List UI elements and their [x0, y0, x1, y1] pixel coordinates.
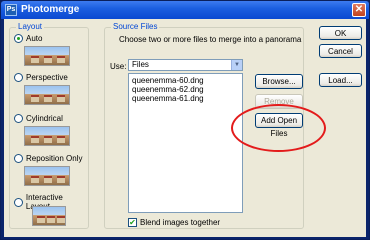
- blend-checkbox[interactable]: ✔: [128, 218, 137, 227]
- use-label: Use:: [110, 62, 127, 71]
- title-bar[interactable]: Ps Photomerge ✕: [1, 1, 369, 19]
- layout-option-label: Cylindrical: [26, 114, 63, 123]
- photoshop-icon: Ps: [5, 4, 17, 16]
- source-files-instruction: Choose two or more files to merge into a…: [119, 35, 302, 44]
- layout-group-label: Layout: [16, 22, 45, 31]
- layout-option-auto[interactable]: Auto: [14, 34, 42, 43]
- reposition-preview-image: [24, 166, 70, 186]
- annotation-highlight: [231, 104, 326, 152]
- layout-option-cylindrical[interactable]: Cylindrical: [14, 114, 63, 123]
- source-files-label: Source Files: [111, 22, 160, 31]
- file-list-item[interactable]: queenemma-61.dng: [132, 94, 239, 103]
- file-list[interactable]: queenemma-60.dng queenemma-62.dng queene…: [128, 73, 243, 213]
- layout-option-perspective[interactable]: Perspective: [14, 73, 68, 82]
- window-title: Photomerge: [21, 4, 80, 15]
- browse-button[interactable]: Browse...: [255, 74, 303, 89]
- layout-option-label: Perspective: [26, 73, 68, 82]
- radio-icon[interactable]: [14, 197, 23, 207]
- layout-option-label: Auto: [26, 34, 43, 43]
- interactive-preview-image: [32, 206, 66, 226]
- chevron-down-icon[interactable]: ▼: [231, 60, 242, 70]
- layout-option-label: Reposition Only: [26, 154, 83, 163]
- load-button[interactable]: Load...: [319, 73, 362, 87]
- file-list-item[interactable]: queenemma-62.dng: [132, 85, 239, 94]
- layout-option-reposition-only[interactable]: Reposition Only: [14, 154, 82, 163]
- ok-button[interactable]: OK: [319, 26, 362, 40]
- cylindrical-preview-image: [24, 126, 70, 146]
- blend-label: Blend images together: [140, 218, 221, 227]
- photomerge-dialog: Ps Photomerge ✕ Layout Auto Perspective: [0, 0, 370, 240]
- radio-icon[interactable]: [14, 114, 23, 123]
- radio-icon[interactable]: [14, 73, 23, 82]
- perspective-preview-image: [24, 85, 70, 105]
- use-dropdown[interactable]: Files ▼: [128, 59, 243, 71]
- use-dropdown-value: Files: [132, 60, 149, 69]
- dialog-body: Layout Auto Perspective Cylindrical Repo…: [4, 19, 366, 237]
- cancel-button[interactable]: Cancel: [319, 44, 362, 58]
- radio-icon[interactable]: [14, 154, 23, 163]
- auto-preview-image: [24, 46, 70, 66]
- file-list-item[interactable]: queenemma-60.dng: [132, 76, 239, 85]
- layout-group: Layout Auto Perspective Cylindrical Repo…: [9, 22, 89, 229]
- radio-icon[interactable]: [14, 34, 23, 43]
- close-button[interactable]: ✕: [352, 3, 366, 17]
